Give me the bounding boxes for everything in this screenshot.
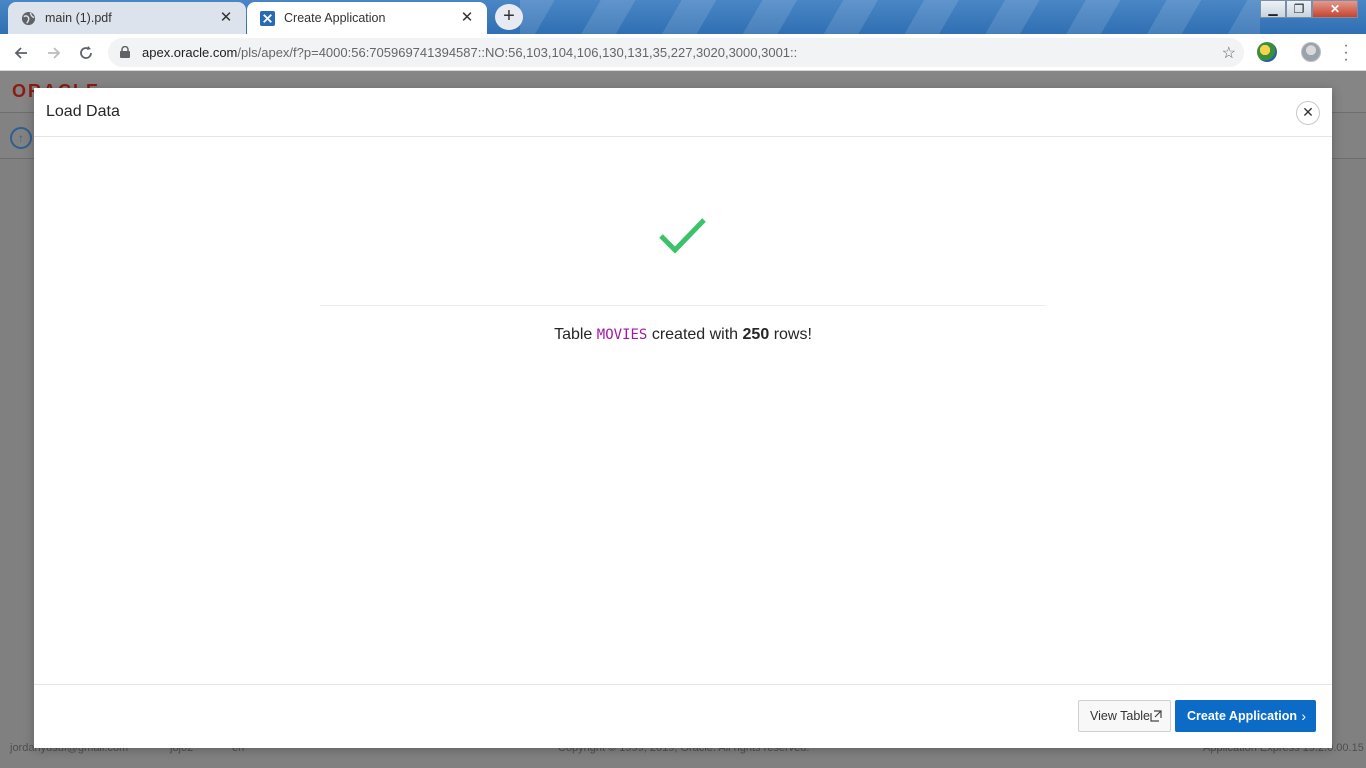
minimize-icon[interactable]: ▁: [1260, 0, 1286, 18]
view-table-label: View Table: [1090, 709, 1150, 723]
url-text: apex.oracle.com/pls/apex/f?p=4000:56:705…: [142, 45, 797, 60]
browser-tab-pdf[interactable]: main (1).pdf ✕: [8, 2, 246, 34]
browser-tabstrip: main (1).pdf ✕ Create Application ✕ + ▁ …: [0, 0, 1366, 34]
success-message: Table MOVIES created with 250 rows!: [34, 326, 1332, 344]
restore-icon[interactable]: ❐: [1286, 0, 1312, 18]
browser-toolbar: apex.oracle.com/pls/apex/f?p=4000:56:705…: [0, 34, 1366, 71]
message-middle: created with: [651, 326, 739, 343]
back-arrow-icon[interactable]: [8, 40, 34, 66]
profile-avatar-icon[interactable]: [1301, 42, 1321, 62]
up-arrow-icon: ↑: [10, 127, 32, 149]
close-tab-icon[interactable]: ✕: [459, 10, 475, 26]
window-controls: ▁ ❐ ✕: [1260, 0, 1358, 18]
create-application-label: Create Application: [1187, 709, 1297, 723]
table-name: MOVIES: [596, 327, 648, 343]
tab-title: Create Application: [284, 11, 386, 25]
browser-tab-create-application[interactable]: Create Application ✕: [247, 2, 487, 34]
external-link-icon: [1150, 710, 1162, 722]
load-data-dialog: Load Data ✕ Table MOVIES created with 25…: [34, 88, 1332, 748]
tab-title: main (1).pdf: [45, 11, 112, 25]
close-window-icon[interactable]: ✕: [1312, 0, 1358, 18]
lock-icon: [120, 46, 130, 58]
globe-icon: [20, 10, 36, 26]
address-bar[interactable]: apex.oracle.com/pls/apex/f?p=4000:56:705…: [108, 38, 1244, 67]
bookmark-star-icon[interactable]: ☆: [1222, 43, 1236, 63]
success-checkmark-icon: [659, 218, 706, 254]
close-tab-icon[interactable]: ✕: [218, 10, 234, 26]
create-application-button[interactable]: Create Application ›: [1175, 700, 1316, 732]
extension-icon[interactable]: [1257, 42, 1277, 62]
dialog-close-button[interactable]: ✕: [1296, 101, 1320, 125]
new-tab-button[interactable]: +: [495, 4, 523, 30]
dialog-header: Load Data ✕: [34, 88, 1332, 137]
view-table-button[interactable]: View Table: [1078, 700, 1171, 732]
url-path: /pls/apex/f?p=4000:56:705969741394587::N…: [237, 45, 798, 60]
dialog-title: Load Data: [46, 103, 120, 120]
row-count: 250: [742, 326, 770, 343]
url-host: apex.oracle.com: [142, 45, 238, 60]
forward-arrow-icon[interactable]: [41, 40, 67, 66]
apex-icon: [259, 10, 275, 26]
message-prefix: Table: [554, 326, 593, 343]
browser-menu-icon[interactable]: · · ·: [1338, 38, 1354, 68]
chevron-right-icon: ›: [1301, 708, 1306, 724]
divider: [320, 305, 1046, 306]
message-suffix: rows!: [773, 326, 812, 343]
reload-icon[interactable]: [73, 40, 99, 66]
dialog-footer: View Table Create Application ›: [34, 684, 1332, 748]
window-background: [520, 0, 1260, 34]
